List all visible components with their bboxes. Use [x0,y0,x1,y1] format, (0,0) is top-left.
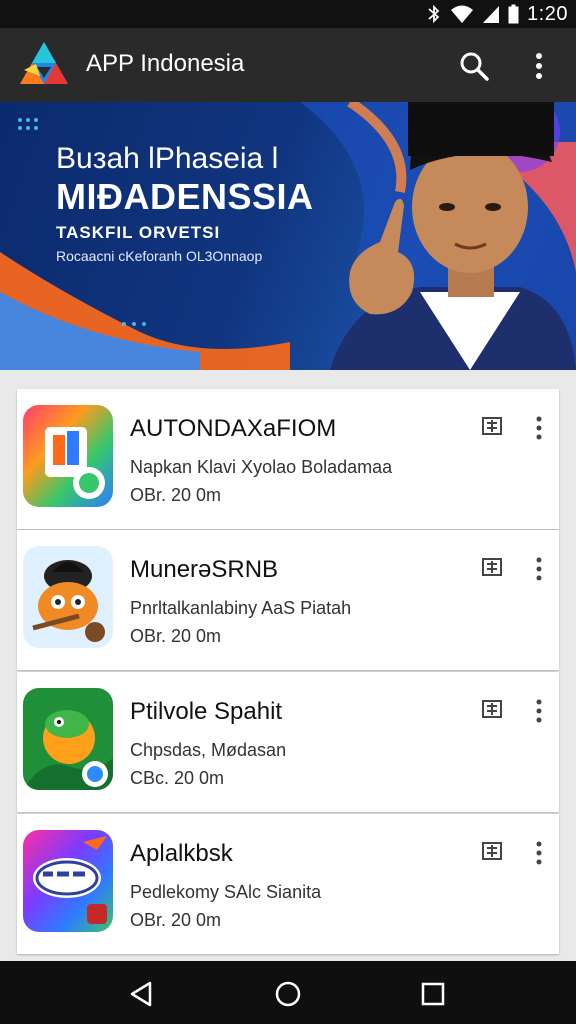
status-bar: 1:20 [0,0,576,28]
app-name: AUTONDAXaFIOM [130,415,337,442]
app-name: Ptilvole Spahit [130,698,283,725]
badge-icon [482,558,502,576]
app-icon-frog [23,688,113,790]
bluetooth-icon [428,4,440,24]
more-vert-icon[interactable] [524,48,554,84]
app-icon-mascot [23,546,113,648]
app-description: Chpsdas, Mødasan [130,740,287,760]
app-bar: APP Indonesia [0,28,576,102]
app-description: Pedlekomy SAlc Sianita [130,882,322,902]
list-item[interactable]: Ptilvole Spahit Chpsdas, Mødasan CBc. 20… [17,672,559,812]
banner-caption: Rocaacni cKeforanh OL3Onnaop [56,248,263,264]
signal-icon [483,6,500,23]
triangle-logo-icon[interactable] [18,40,70,88]
list-item[interactable]: Aplalkbsk Pedlekomy SAlc Sianita OBr. 20… [17,814,559,954]
navigation-bar [0,961,576,1024]
battery-icon [508,4,519,24]
app-name: MunerəSRNB [130,556,279,583]
more-vert-icon[interactable] [527,698,551,724]
list-item[interactable]: MunerəSRNB Pnrltalkanlabiny AaS Piatah O… [17,530,559,670]
recents-icon[interactable] [416,977,450,1011]
app-meta: OBr. 20 0m [130,910,222,930]
banner-headline: MIÐADENSSIA [56,176,314,217]
more-vert-icon[interactable] [527,556,551,582]
app-meta: OBr. 20 0m [130,626,222,646]
back-icon[interactable] [124,977,158,1011]
list-item[interactable]: AUTONDAXaFIOM Napkan Klavi Xyolao Bolada… [17,389,559,529]
app-icon-document [23,405,113,507]
app-name: Aplalkbsk [130,840,233,867]
badge-icon [482,417,502,435]
badge-icon [482,842,502,860]
app-description: Napkan Klavi Xyolao Boladamaa [130,457,393,477]
more-vert-icon[interactable] [527,415,551,441]
app-description: Pnrltalkanlabiny AaS Piatah [130,598,352,618]
banner-subheadline: Buзah lPhaseia l [56,142,279,175]
status-time: 1:20 [527,2,568,25]
app-title: APP Indonesia [86,50,245,77]
badge-icon [482,700,502,718]
status-icons: 1:20 [426,2,568,26]
app-meta: CBc. 20 0m [130,768,225,788]
app-icon-app [23,830,113,932]
home-icon[interactable] [271,977,305,1011]
promo-banner[interactable]: Buзah lPhaseia l MIÐADENSSIA TASKFIL ORV… [0,102,576,370]
app-meta: OBr. 20 0m [130,485,222,505]
banner-tagline: TASKFIL ORVETSI [56,223,221,242]
wifi-icon [451,5,474,23]
search-icon[interactable] [456,48,492,84]
more-vert-icon[interactable] [527,840,551,866]
